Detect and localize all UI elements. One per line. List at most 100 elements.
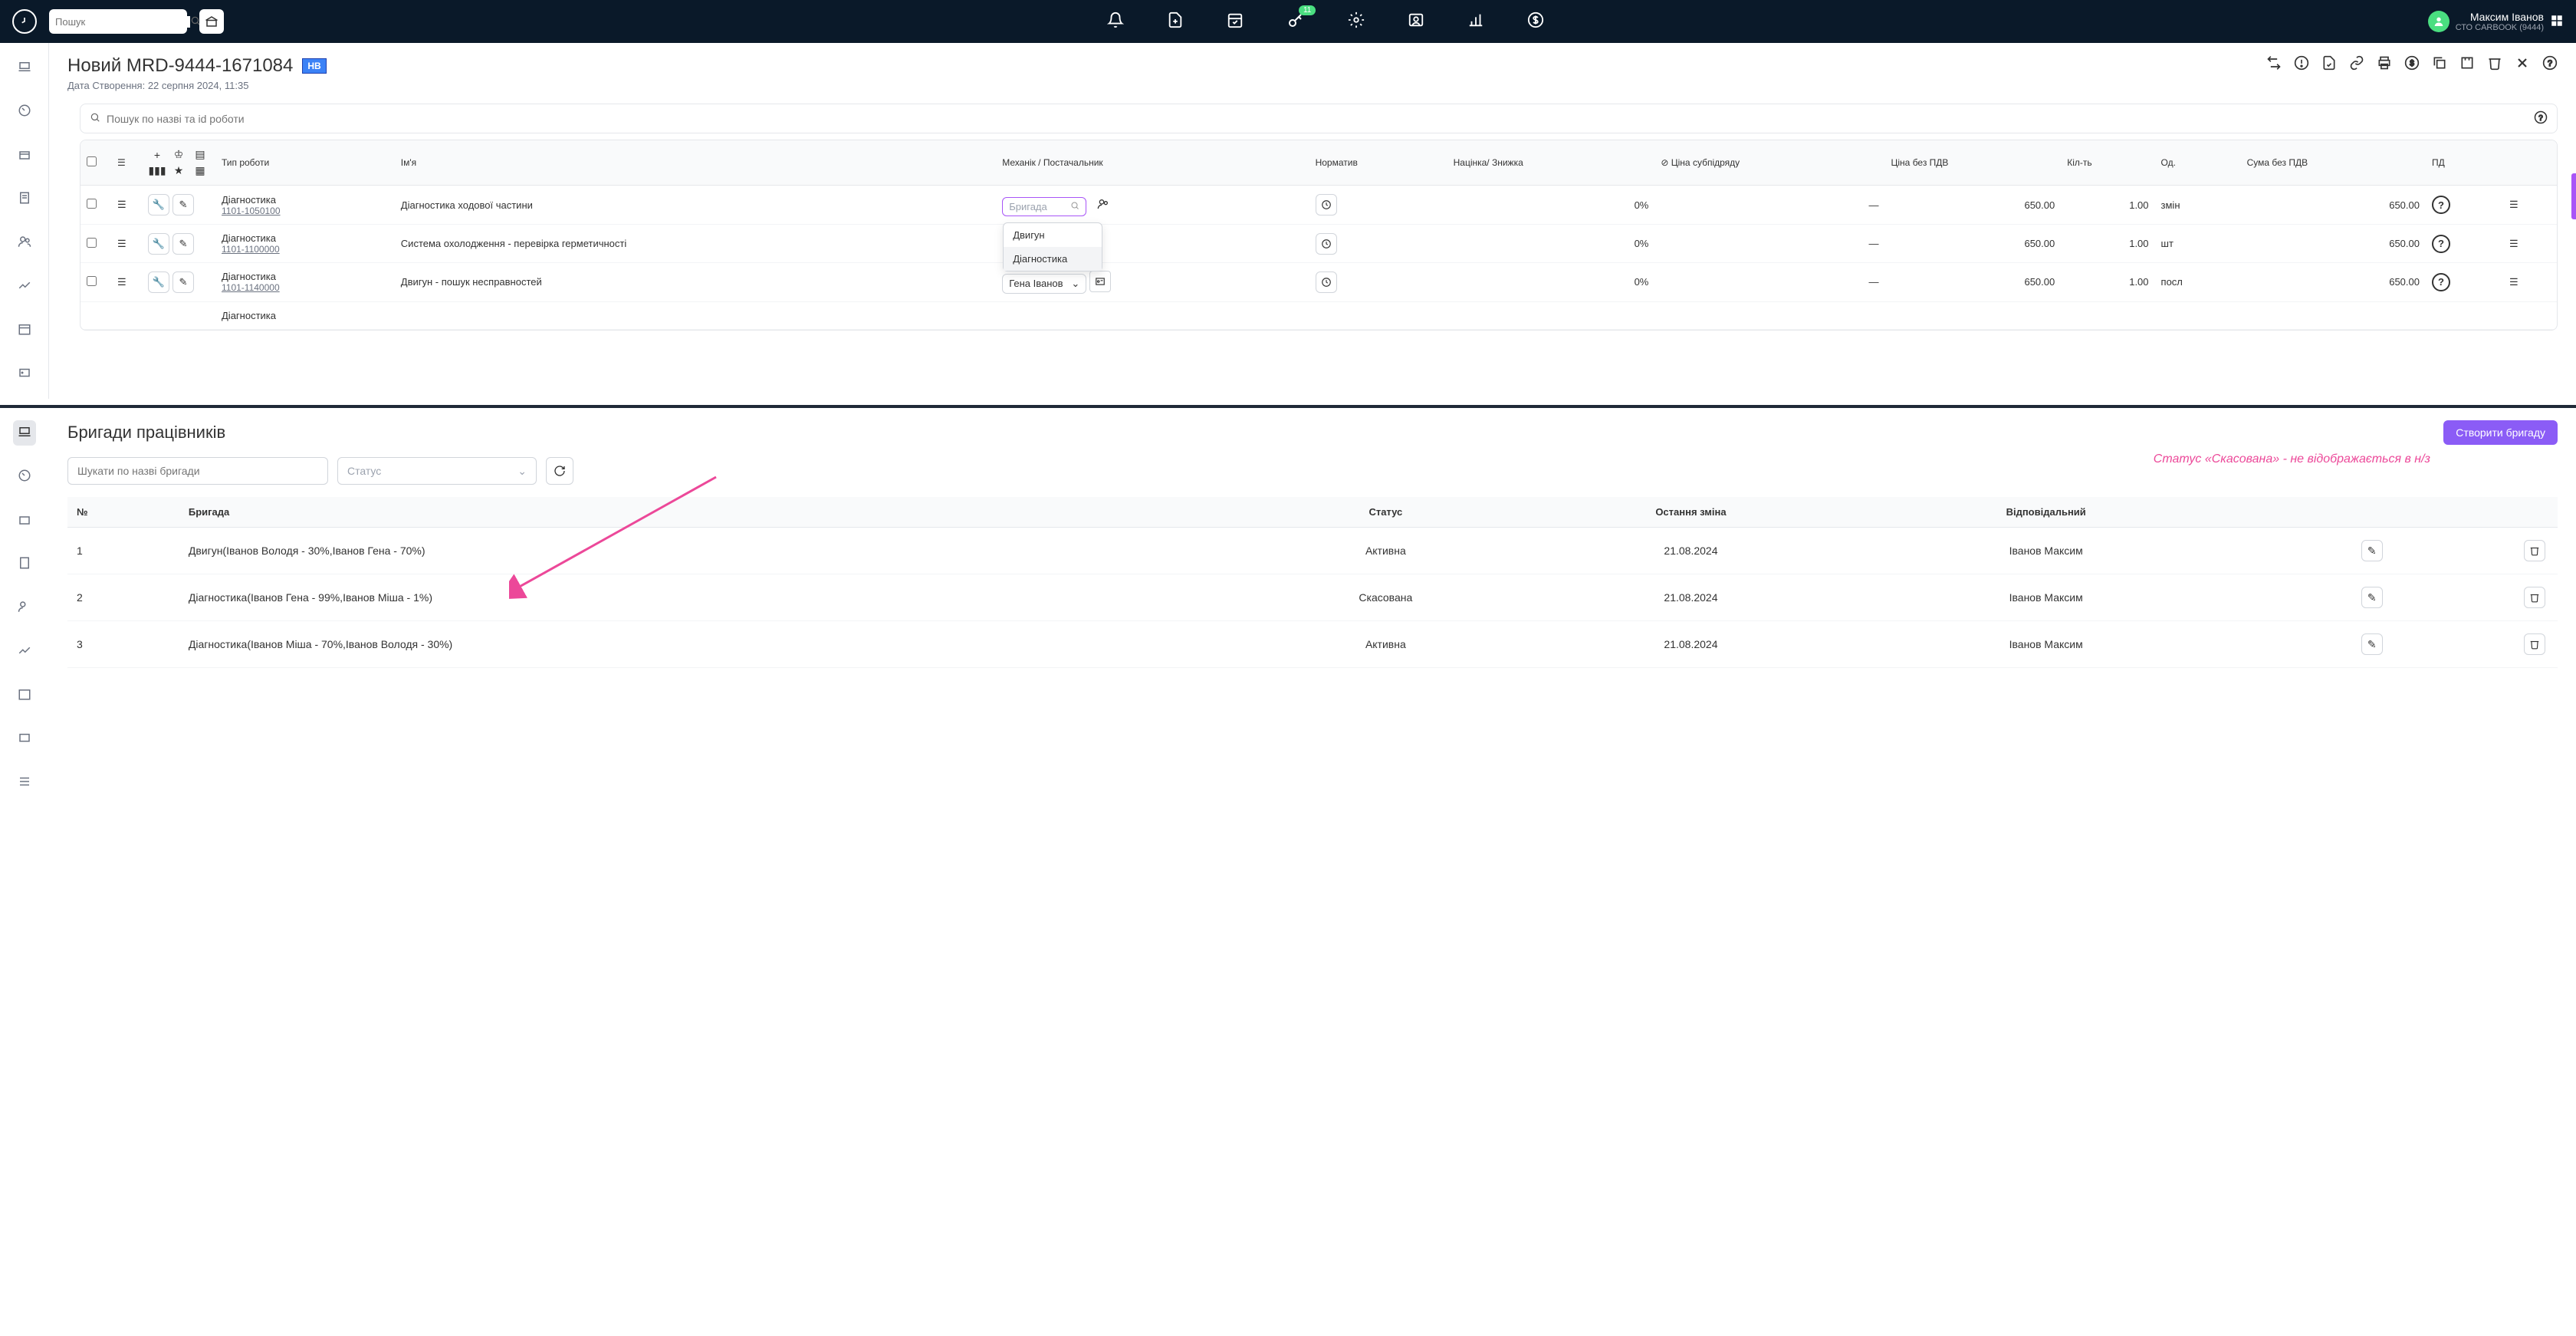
pencil-icon[interactable]: ✎ [172, 233, 194, 255]
help-button[interactable]: ? [2432, 235, 2450, 253]
row-checkbox[interactable] [87, 238, 97, 248]
print-icon[interactable] [2377, 55, 2392, 73]
barcode-icon[interactable]: ▮▮▮ [148, 164, 166, 177]
chart-icon[interactable] [1467, 12, 1484, 32]
work-search-input[interactable] [107, 113, 2528, 125]
brigade-select[interactable]: Бригада Двигун Діагностика [1002, 197, 1086, 216]
help-button[interactable]: ? [2432, 273, 2450, 291]
delete-button[interactable] [2524, 587, 2545, 608]
menu-icon[interactable]: ☰ [117, 238, 127, 249]
create-brigade-button[interactable]: Створити бригаду [2443, 420, 2558, 445]
calendar-check-icon[interactable] [1227, 12, 1244, 32]
sidenav-tag-icon[interactable] [13, 361, 36, 387]
gear-icon[interactable] [1348, 12, 1365, 32]
save-file-icon[interactable] [2321, 55, 2337, 73]
logo-icon[interactable] [12, 9, 37, 34]
status-filter[interactable]: Статус⌄ [337, 457, 537, 485]
row-checkbox[interactable] [87, 199, 97, 209]
row-menu-icon[interactable]: ☰ [2509, 199, 2518, 211]
sidenav-gauge-icon[interactable] [13, 99, 36, 124]
close-icon[interactable] [2515, 55, 2530, 73]
work-code[interactable]: 1101-1050100 [222, 206, 389, 216]
star-icon[interactable]: ★ [169, 164, 188, 177]
order-date: Дата Створення: 22 серпня 2024, 11:35 [67, 80, 327, 91]
sidenav-people-icon[interactable] [13, 230, 36, 255]
wrench-icon[interactable]: 🔧 [148, 194, 169, 216]
sidenav-tag-icon[interactable] [13, 726, 36, 752]
edit-button[interactable]: ✎ [2361, 540, 2383, 561]
sidenav-people-icon[interactable] [13, 595, 36, 620]
sidenav-box-icon[interactable] [13, 508, 36, 533]
pencil-icon[interactable]: ✎ [172, 271, 194, 293]
sidenav-gauge-icon[interactable] [13, 464, 36, 489]
dollar-icon[interactable] [1527, 12, 1544, 32]
brigade-name: Діагностика(Іванов Міша - 70%,Іванов Вол… [179, 621, 1250, 668]
card-icon[interactable] [1089, 271, 1111, 292]
bell-icon[interactable] [1107, 12, 1124, 32]
link-icon[interactable] [2349, 55, 2364, 73]
help-button[interactable]: ? [2432, 196, 2450, 214]
sidenav-calendar-icon[interactable] [13, 683, 36, 708]
sidenav-calendar-icon[interactable] [13, 318, 36, 343]
menu-icon[interactable]: ☰ [117, 157, 126, 168]
add-document-icon[interactable] [1167, 12, 1184, 32]
pencil-icon[interactable]: ✎ [172, 194, 194, 216]
list-icon[interactable]: ▤ [191, 148, 209, 161]
clock-icon[interactable] [1316, 194, 1337, 216]
sidenav-box-icon[interactable] [13, 143, 36, 168]
sidenav-receipt-icon[interactable] [13, 186, 36, 212]
trash-icon[interactable] [2487, 55, 2502, 73]
edit-button[interactable]: ✎ [2361, 633, 2383, 655]
brigade-search-input[interactable] [67, 457, 328, 485]
crown-icon[interactable]: ♔ [169, 148, 188, 161]
sidenav-trend-icon[interactable] [13, 274, 36, 299]
menu-icon[interactable]: ☰ [117, 276, 127, 288]
row-menu-icon[interactable]: ☰ [2509, 238, 2518, 250]
dropdown-option[interactable]: Діагностика [1004, 247, 1102, 271]
sidenav-laptop-icon[interactable] [13, 55, 36, 81]
edit-button[interactable]: ✎ [2361, 587, 2383, 608]
delete-button[interactable] [2524, 633, 2545, 655]
search-input[interactable] [55, 16, 190, 28]
row-menu-icon[interactable]: ☰ [2509, 276, 2518, 288]
dropdown-option[interactable]: Двигун [1004, 223, 1102, 247]
side-handle[interactable] [2571, 173, 2576, 219]
warning-icon[interactable] [2294, 55, 2309, 73]
mechanic-select[interactable]: Гена Іванов⌄ [1002, 274, 1086, 294]
work-type: Діагностика [222, 194, 389, 206]
wrench-icon[interactable]: 🔧 [148, 271, 169, 293]
pay-icon[interactable]: $ [2404, 55, 2420, 73]
qr-icon[interactable]: ▦ [191, 164, 209, 177]
clock-icon[interactable] [1316, 233, 1337, 255]
work-code[interactable]: 1101-1100000 [222, 244, 389, 255]
contact-icon[interactable] [1408, 12, 1424, 32]
sidenav-laptop-icon[interactable] [13, 420, 36, 446]
help-icon[interactable]: ? [2542, 55, 2558, 73]
help-icon[interactable]: ? [2534, 110, 2548, 127]
th-resp: Відповідальний [1860, 497, 2233, 528]
user-menu[interactable]: Максим Іванов СТО CARBOOK (9444) [2428, 11, 2564, 32]
delete-button[interactable] [2524, 540, 2545, 561]
user-sub: СТО CARBOOK (9444) [2456, 23, 2544, 32]
select-all-checkbox[interactable] [87, 156, 97, 166]
global-search[interactable] [49, 9, 187, 34]
key-icon[interactable]: 11 [1286, 12, 1305, 32]
refresh-button[interactable] [546, 457, 573, 485]
copy-icon[interactable] [2432, 55, 2447, 73]
markup: 0% [1447, 225, 1655, 263]
users-icon[interactable] [1092, 193, 1114, 215]
building-button[interactable] [199, 9, 224, 34]
archive-icon[interactable] [2459, 55, 2475, 73]
sidenav-trend-icon[interactable] [13, 639, 36, 664]
swap-icon[interactable] [2266, 55, 2282, 73]
clock-icon[interactable] [1316, 271, 1337, 293]
th-qty: Кіл-ть [2061, 140, 2154, 186]
sidenav-receipt-icon[interactable] [13, 551, 36, 577]
wrench-icon[interactable]: 🔧 [148, 233, 169, 255]
plus-icon[interactable]: + [148, 148, 166, 161]
work-code[interactable]: 1101-1140000 [222, 282, 389, 293]
sidenav-list-icon[interactable] [13, 770, 36, 795]
row-checkbox[interactable] [87, 276, 97, 286]
menu-icon[interactable]: ☰ [117, 199, 127, 210]
apps-icon[interactable] [2550, 14, 2564, 30]
